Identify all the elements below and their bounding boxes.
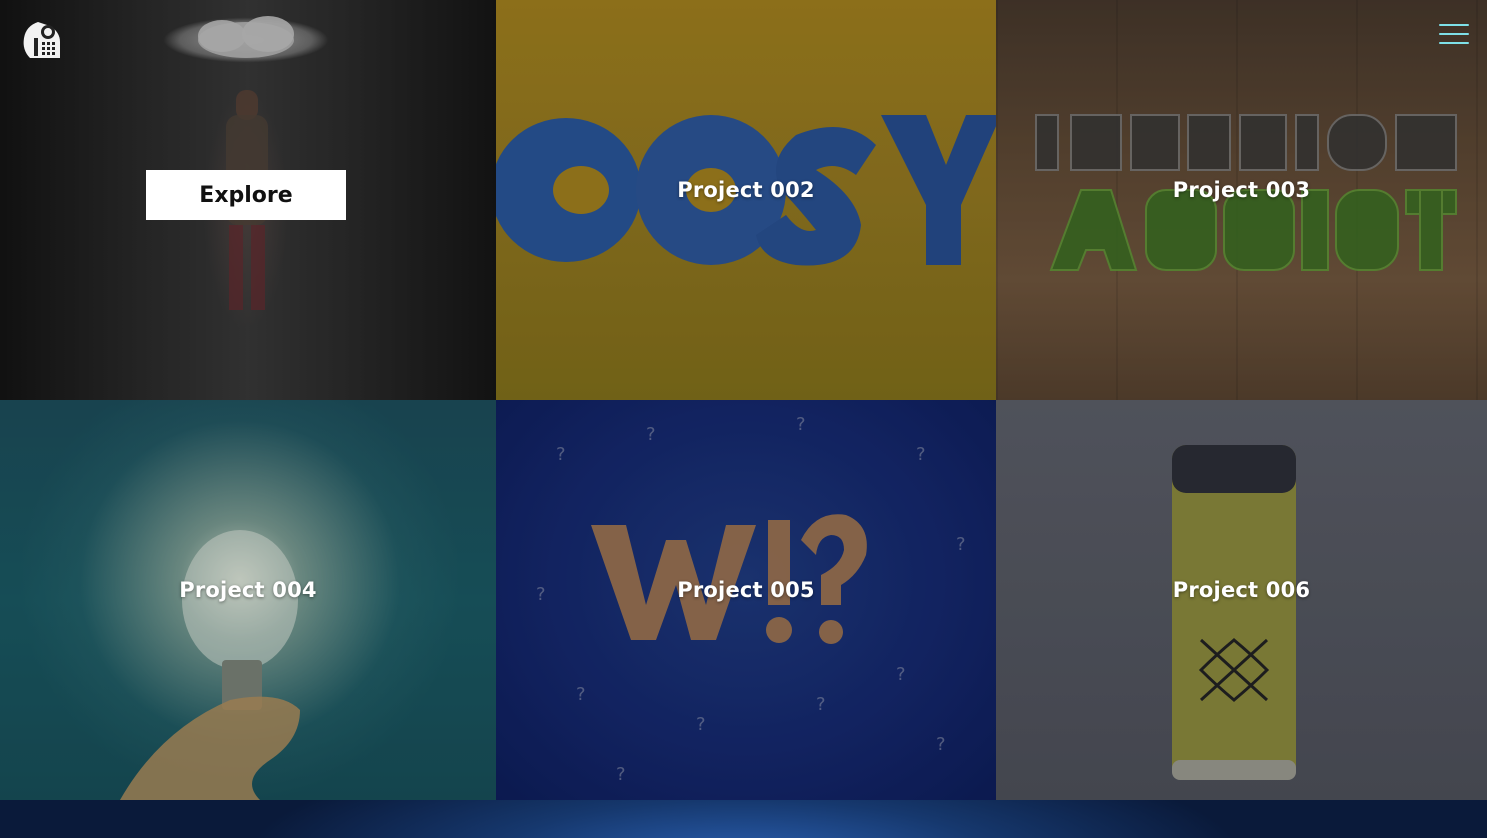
project-title: Project 003 [1172,178,1311,202]
hamburger-menu-icon[interactable] [1439,24,1469,48]
project-tile-003[interactable]: Project 003 [996,0,1487,400]
project-tile-006[interactable]: Project 006 [996,400,1487,800]
project-tile-004[interactable]: Project 004 [0,400,496,800]
studio-logo-icon[interactable] [20,20,62,60]
project-tile-005[interactable]: ??? ??? ??? ??? Project 005 [496,400,996,800]
project-title: Project 004 [179,578,317,602]
project-title: Project 002 [677,178,815,202]
project-title: Project 006 [1172,578,1311,602]
project-tile-001[interactable]: Explore [0,0,496,400]
project-tile-002[interactable]: Project 002 [496,0,996,400]
project-grid: Explore Project 002 Project 003 Project … [0,0,1487,800]
project-title: Project 005 [677,578,815,602]
explore-button[interactable]: Explore [146,170,346,220]
next-section-preview [0,800,1487,838]
